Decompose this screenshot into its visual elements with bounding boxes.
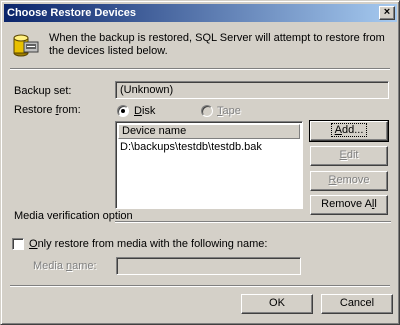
close-icon: × — [383, 6, 391, 18]
backup-set-field: (Unknown) — [115, 81, 389, 99]
backup-set-value: (Unknown) — [120, 84, 174, 96]
radio-tape-label[interactable]: Tape — [217, 105, 241, 117]
remove-button[interactable]: Remove — [310, 171, 388, 191]
backup-set-label: Backup set: — [14, 85, 72, 97]
top-divider — [10, 68, 390, 70]
media-name-input[interactable] — [116, 257, 301, 275]
edit-button[interactable]: Edit — [310, 146, 388, 166]
device-name-column-header[interactable]: Device name — [118, 124, 300, 139]
close-button[interactable]: × — [379, 6, 395, 20]
radio-tape[interactable] — [201, 105, 213, 117]
radio-disk[interactable] — [117, 105, 129, 117]
choose-restore-devices-dialog: Choose Restore Devices × When the backup… — [0, 0, 400, 325]
bottom-divider — [10, 285, 390, 287]
media-name-label: Media name: — [33, 260, 97, 272]
title-bar[interactable]: Choose Restore Devices × — [4, 4, 397, 22]
device-listbox[interactable]: Device name D:\backups\testdb\testdb.bak — [115, 121, 303, 209]
window-title: Choose Restore Devices — [7, 7, 136, 19]
ok-button[interactable]: OK — [241, 294, 313, 314]
only-restore-named-media-checkbox[interactable] — [12, 238, 24, 250]
remove-all-button[interactable]: Remove All — [310, 195, 388, 215]
restore-from-label: Restore from: — [14, 104, 81, 116]
radio-disk-label[interactable]: Disk — [134, 105, 155, 117]
database-backup-icon — [12, 30, 40, 58]
only-restore-named-media-label[interactable]: Only restore from media with the followi… — [29, 238, 267, 250]
device-list-item[interactable]: D:\backups\testdb\testdb.bak — [120, 140, 262, 154]
add-button[interactable]: Add... — [309, 120, 389, 142]
intro-text: When the backup is restored, SQL Server … — [49, 32, 385, 57]
cancel-button[interactable]: Cancel — [321, 294, 393, 314]
media-verification-divider — [115, 221, 391, 223]
